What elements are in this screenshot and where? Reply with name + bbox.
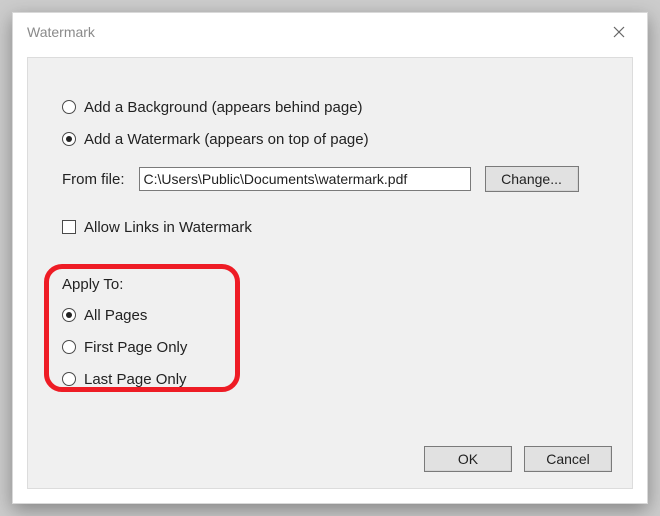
cancel-button[interactable]: Cancel: [524, 446, 612, 472]
ok-button[interactable]: OK: [424, 446, 512, 472]
change-button[interactable]: Change...: [485, 166, 579, 192]
radio-apply-last-page[interactable]: Last Page Only: [62, 368, 187, 390]
radio-icon: [62, 132, 76, 146]
checkbox-icon: [62, 220, 76, 234]
dialog-title: Watermark: [27, 24, 599, 40]
dialog-button-row: OK Cancel: [424, 446, 612, 472]
radio-icon: [62, 340, 76, 354]
apply-option-first: First Page Only: [84, 339, 187, 356]
allow-links-label: Allow Links in Watermark: [84, 219, 252, 236]
radio-icon: [62, 372, 76, 386]
radio-apply-first-page[interactable]: First Page Only: [62, 336, 187, 358]
watermark-dialog: Watermark Add a Background (appears behi…: [12, 12, 648, 504]
radio-icon: [62, 100, 76, 114]
from-file-input[interactable]: C:\Users\Public\Documents\watermark.pdf: [139, 167, 471, 191]
close-icon: [613, 26, 625, 38]
close-button[interactable]: [599, 17, 639, 47]
allow-links-checkbox[interactable]: Allow Links in Watermark: [62, 216, 252, 238]
apply-option-all: All Pages: [84, 307, 147, 324]
radio-add-background[interactable]: Add a Background (appears behind page): [62, 96, 363, 118]
client-area: Add a Background (appears behind page) A…: [27, 57, 633, 489]
radio-apply-all-pages[interactable]: All Pages: [62, 304, 147, 326]
from-file-row: From file: C:\Users\Public\Documents\wat…: [62, 166, 579, 192]
radio-label-background: Add a Background (appears behind page): [84, 99, 363, 116]
radio-label-watermark: Add a Watermark (appears on top of page): [84, 131, 369, 148]
titlebar: Watermark: [13, 13, 647, 51]
apply-option-last: Last Page Only: [84, 371, 187, 388]
from-file-label: From file:: [62, 171, 125, 188]
radio-add-watermark[interactable]: Add a Watermark (appears on top of page): [62, 128, 369, 150]
apply-to-label: Apply To:: [62, 276, 123, 293]
radio-icon: [62, 308, 76, 322]
